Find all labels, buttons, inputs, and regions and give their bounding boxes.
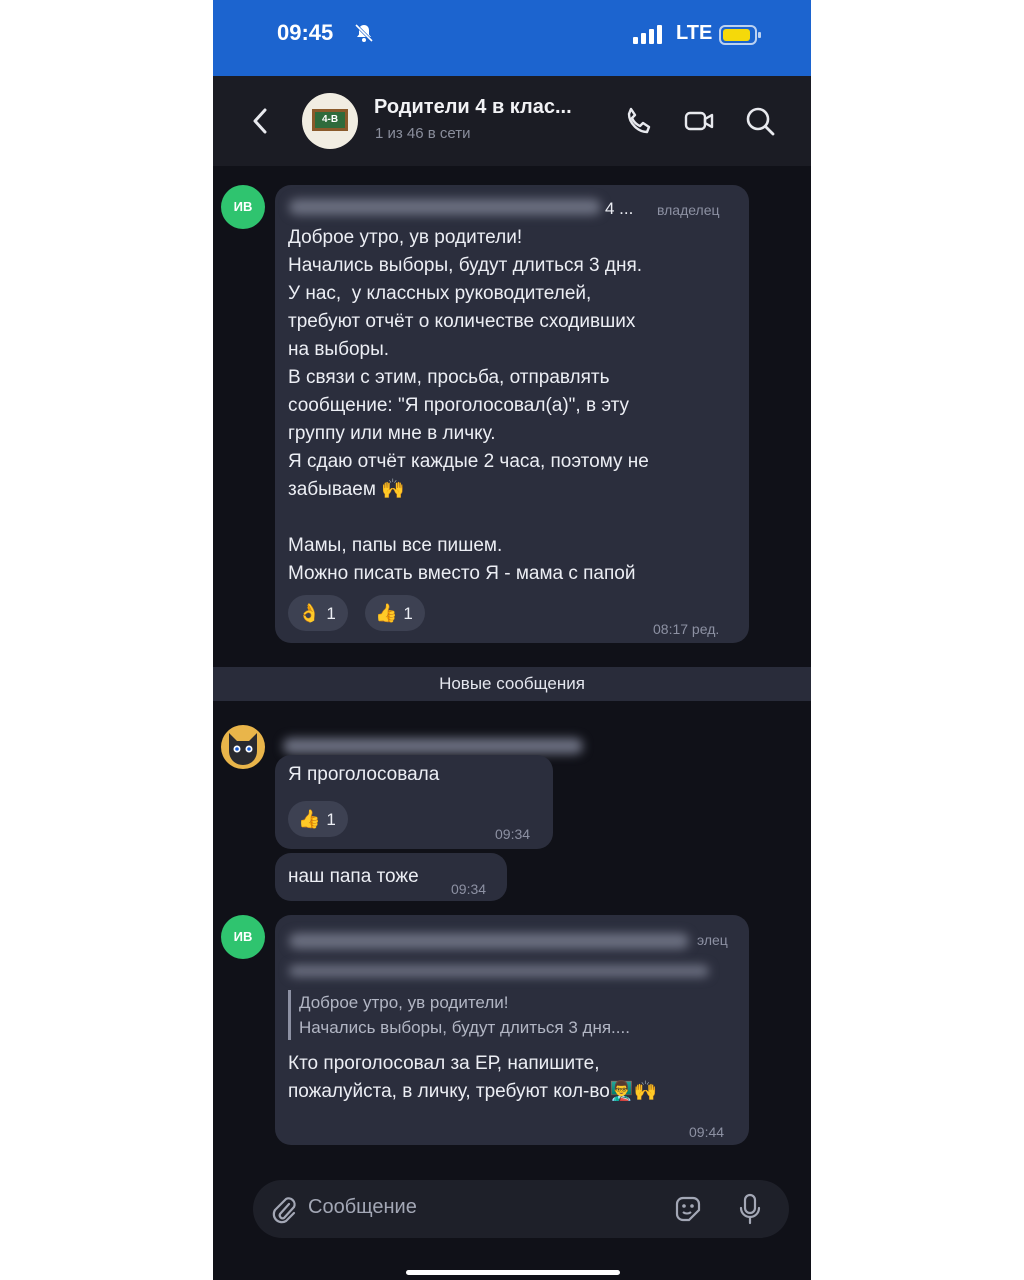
online-count: 1 из 46 в сети [375, 125, 471, 142]
search-icon[interactable] [745, 106, 777, 141]
network-type: LTE [676, 22, 713, 44]
phone-screen: 09:45 LTE 4-В Родители 4 в клас... 1 из … [213, 0, 811, 1280]
message-input[interactable]: Сообщение [308, 1196, 417, 1219]
group-avatar[interactable]: 4-В [302, 93, 358, 149]
blurred-sender-name [289, 933, 689, 949]
chat-title[interactable]: Родители 4 в клас... [374, 96, 572, 119]
message-text: Кто проголосовал за ЕР, напишите, пожалу… [288, 1053, 658, 1102]
thumbs-up-icon: 👍 [298, 809, 321, 829]
status-bar: 09:45 LTE [213, 0, 811, 76]
message-time: 08:17 ред. [653, 621, 720, 637]
message-bubble[interactable]: 4 ... владелец Доброе утро, ув родители!… [275, 185, 749, 643]
ok-hand-icon: 👌 [298, 603, 321, 623]
message-time: 09:44 [689, 1124, 725, 1140]
blurred-sender-name [289, 199, 601, 215]
message-time: 09:34 [495, 826, 531, 842]
avatar[interactable]: ИВ [221, 915, 265, 959]
thumbs-up-icon: 👍 [375, 603, 398, 623]
message-text: Доброе утро, ув родители! Начались выбор… [288, 227, 649, 584]
avatar[interactable]: ИВ [221, 185, 265, 229]
phone-icon[interactable] [623, 106, 653, 141]
message-time: 09:34 [451, 881, 487, 897]
reaction-chip[interactable]: 👌 1 [288, 595, 348, 631]
message-bubble[interactable]: наш папа тоже 09:34 [275, 853, 507, 901]
mic-icon[interactable] [737, 1193, 763, 1230]
blurred-sender-name [283, 738, 583, 754]
sender-name-suffix: 4 ... [605, 199, 634, 218]
avatar[interactable] [221, 725, 265, 769]
back-arrow-icon[interactable] [251, 106, 271, 141]
new-messages-divider: Новые сообщения [213, 667, 811, 701]
signal-icon [633, 24, 665, 49]
blurred-reply-header [289, 965, 709, 977]
sticker-icon[interactable] [673, 1194, 703, 1229]
message-composer[interactable]: Сообщение [253, 1180, 789, 1238]
quote-line: Начались выборы, будут длиться 3 дня.... [299, 1018, 630, 1037]
bell-muted-icon [353, 22, 375, 49]
message-text: наш папа тоже [288, 866, 419, 887]
attach-icon[interactable] [271, 1195, 297, 1230]
reaction-count: 1 [326, 604, 336, 623]
battery-icon [719, 24, 763, 51]
reaction-count: 1 [403, 604, 413, 623]
quote-line: Доброе утро, ув родители! [299, 993, 509, 1012]
reaction-count: 1 [326, 810, 336, 829]
reaction-chip[interactable]: 👍 1 [365, 595, 425, 631]
sender-role: элец [697, 932, 728, 948]
group-avatar-label: 4-В [312, 109, 348, 131]
fox-avatar-icon [229, 733, 257, 765]
status-time: 09:45 [277, 20, 334, 45]
message-bubble[interactable]: Я проголосовала 👍 1 09:34 [275, 755, 553, 849]
message-text: Я проголосовала [288, 764, 440, 785]
sender-role: владелец [657, 202, 720, 218]
home-indicator[interactable] [406, 1270, 620, 1275]
video-icon[interactable] [683, 106, 715, 141]
reply-quote[interactable]: Доброе утро, ув родители! Начались выбор… [288, 990, 630, 1040]
chat-header: 4-В Родители 4 в клас... 1 из 46 в сети [213, 76, 811, 166]
reaction-chip[interactable]: 👍 1 [288, 801, 348, 837]
